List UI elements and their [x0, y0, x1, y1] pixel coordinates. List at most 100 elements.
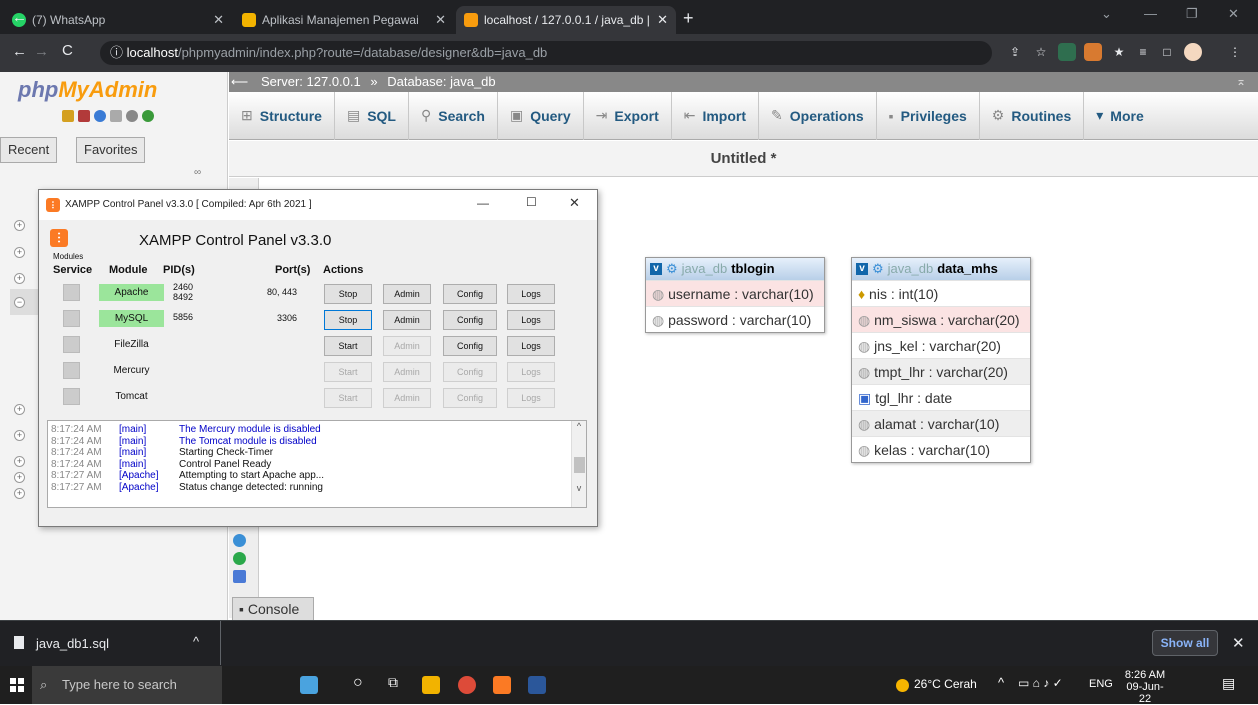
expand-icon[interactable]: + [14, 456, 25, 467]
metamask-icon[interactable] [1084, 43, 1102, 61]
admin-button[interactable]: Admin [383, 388, 431, 408]
window-close-icon[interactable]: ✕ [1228, 6, 1239, 22]
column-jns-kel[interactable]: ◍ jns_kel : varchar(20) [852, 332, 1030, 358]
tab-operations[interactable]: ✎ Operations [759, 91, 877, 140]
notifications-icon[interactable]: ▤ [1222, 675, 1235, 692]
table-data-mhs[interactable]: v ⚙ java_db data_mhs ♦ nis : int(10) ◍ n… [851, 257, 1031, 463]
back-icon[interactable]: ← [12, 9, 27, 26]
service-checkbox[interactable] [63, 388, 80, 405]
logs-button[interactable]: Logs [507, 362, 555, 382]
expand-icon[interactable]: + [14, 472, 25, 483]
maximize-icon[interactable]: ☐ [526, 195, 537, 209]
admin-button[interactable]: Admin [383, 284, 431, 304]
logs-button[interactable]: Logs [507, 284, 555, 304]
start-stop-button[interactable]: Start [324, 362, 372, 382]
show-all-button[interactable]: Show all [1152, 630, 1218, 656]
config-button[interactable]: Config [443, 310, 497, 330]
expand-icon[interactable]: + [14, 220, 25, 231]
close-icon[interactable]: ✕ [213, 12, 224, 28]
log-scrollbar[interactable]: ^ v [571, 421, 586, 507]
tab-whatsapp[interactable]: (7) WhatsApp ✕ [4, 6, 232, 34]
taskbar-search[interactable]: ⌕ Type here to search [32, 666, 222, 704]
chrome-icon[interactable] [458, 676, 476, 694]
db-icon[interactable] [233, 552, 246, 565]
star-icon[interactable]: ☆ [1032, 43, 1050, 61]
collapse-icon[interactable]: − [14, 297, 25, 308]
download-filename[interactable]: java_db1.sql [36, 636, 109, 651]
xampp-titlebar[interactable]: ⵗ XAMPP Control Panel v3.3.0 [ Compiled:… [39, 190, 597, 220]
xampp-window[interactable]: ⵗ XAMPP Control Panel v3.3.0 [ Compiled:… [38, 189, 598, 527]
table-header[interactable]: v ⚙ java_db tblogin [646, 258, 824, 280]
settings-icon[interactable]: ⚙ [872, 258, 884, 280]
tab-phpmyadmin[interactable]: localhost / 127.0.0.1 / java_db | p ✕ [456, 6, 676, 34]
logs-button[interactable]: Logs [507, 336, 555, 356]
tab-more[interactable]: ▾ More [1084, 92, 1155, 140]
menu-icon[interactable]: ⋮ [1226, 43, 1244, 61]
column-password[interactable]: ◍ password : varchar(10) [646, 306, 824, 332]
expand-icon[interactable]: + [14, 247, 25, 258]
chevron-down-icon[interactable]: ⌄ [1101, 6, 1112, 22]
close-icon[interactable]: ✕ [569, 195, 580, 211]
tab-routines[interactable]: ⚙ Routines [980, 91, 1085, 140]
column-nm-siswa[interactable]: ◍ nm_siswa : varchar(20) [852, 306, 1030, 332]
settings-icon[interactable]: ⚙ [666, 258, 678, 280]
weather-text[interactable]: 26°C Cerah [914, 677, 977, 691]
start-stop-button[interactable]: Start [324, 336, 372, 356]
info-icon[interactable]: ⓘ [110, 45, 123, 60]
address-bar[interactable]: ⓘ localhost/phpmyadmin/index.php?route=/… [100, 41, 992, 65]
service-checkbox[interactable] [63, 284, 80, 301]
close-icon[interactable]: ✕ [1232, 634, 1245, 652]
tab-favorites[interactable]: Favorites [76, 137, 146, 163]
help-icon[interactable] [94, 110, 106, 122]
windows-start-icon[interactable] [10, 678, 24, 692]
restore-icon[interactable]: ❐ [1186, 6, 1198, 22]
chevron-up-icon[interactable]: ^ [193, 634, 199, 649]
tab-sql[interactable]: ▤ SQL [335, 91, 409, 140]
column-nis[interactable]: ♦ nis : int(10) [852, 280, 1030, 306]
config-button[interactable]: Config [443, 388, 497, 408]
tab-export[interactable]: ⇥ Export [584, 91, 672, 140]
pdf-icon[interactable] [233, 570, 246, 583]
extension-icon[interactable] [1058, 43, 1076, 61]
xampp-log[interactable]: 8:17:24 AM [main] The Mercury module is di… [47, 420, 587, 508]
config-button[interactable]: Config [443, 336, 497, 356]
help-icon[interactable] [233, 534, 246, 547]
docs-icon[interactable] [110, 110, 122, 122]
breadcrumb-server[interactable]: Server: 127.0.0.1 [261, 74, 361, 89]
new-tab-icon[interactable]: + [683, 8, 694, 29]
side-panel-icon[interactable]: □ [1158, 43, 1176, 61]
expand-icon[interactable]: + [14, 404, 25, 415]
column-username[interactable]: ◍ username : varchar(10) [646, 280, 824, 306]
scroll-thumb[interactable] [574, 457, 585, 473]
column-tmpt-lhr[interactable]: ◍ tmpt_lhr : varchar(20) [852, 358, 1030, 384]
xampp-taskbar-icon[interactable] [493, 676, 511, 694]
breadcrumb-database[interactable]: Database: java_db [387, 74, 495, 89]
close-icon[interactable]: ✕ [435, 12, 446, 28]
minimize-icon[interactable]: — [477, 196, 489, 210]
tray-icons[interactable]: ▭ ⌂ ♪ ✓ [1018, 676, 1063, 690]
close-icon[interactable]: ✕ [657, 12, 668, 28]
home-icon[interactable] [62, 110, 74, 122]
logs-button[interactable]: Logs [507, 388, 555, 408]
profile-avatar[interactable] [1184, 43, 1202, 61]
clock[interactable]: 8:26 AM 09-Jun-22 [1124, 669, 1166, 705]
admin-button[interactable]: Admin [383, 336, 431, 356]
expand-icon[interactable]: + [14, 273, 25, 284]
link-icon[interactable]: ∞ [194, 167, 201, 178]
cortana-icon[interactable]: ○ [353, 674, 363, 692]
settings-icon[interactable] [126, 110, 138, 122]
task-view-icon[interactable]: ⧉ [388, 674, 398, 691]
file-explorer-icon[interactable] [422, 676, 440, 694]
tab-structure[interactable]: ⊞ Structure [229, 91, 335, 140]
forward-icon[interactable]: → [34, 43, 49, 60]
expand-icon[interactable]: + [14, 430, 25, 441]
start-stop-button[interactable]: Stop [324, 310, 372, 330]
service-checkbox[interactable] [63, 336, 80, 353]
console-button[interactable]: ▪ Console [232, 597, 314, 621]
collapse-header-icon[interactable]: ⌅ [1236, 74, 1246, 88]
config-button[interactable]: Config [443, 284, 497, 304]
toggle-icon[interactable]: v [650, 263, 662, 275]
toggle-icon[interactable]: v [856, 263, 868, 275]
start-stop-button[interactable]: Stop [324, 284, 372, 304]
scroll-up-icon[interactable]: ^ [572, 421, 586, 431]
